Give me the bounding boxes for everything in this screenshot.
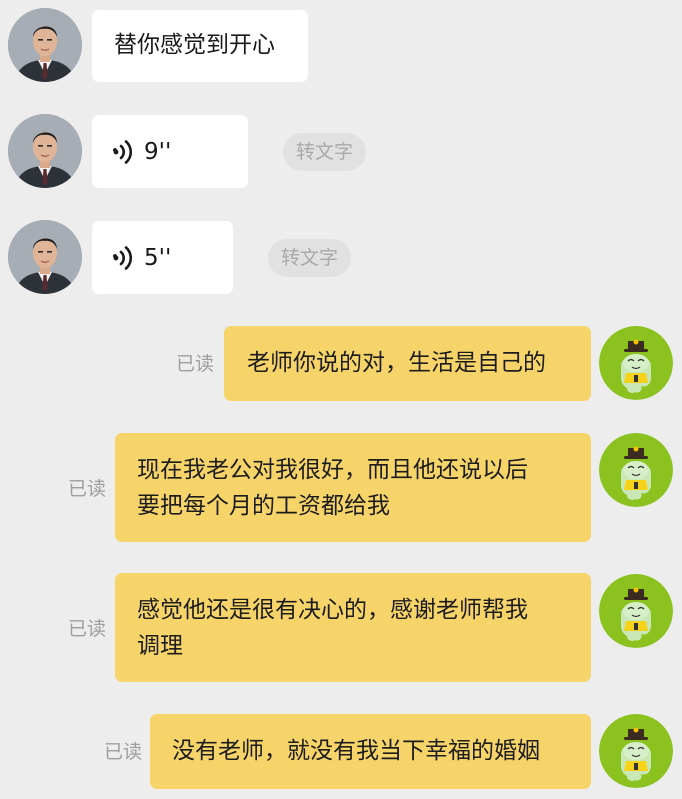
- outgoing-message-bubble[interactable]: 现在我老公对我很好，而且他还说以后 要把每个月的工资都给我: [115, 433, 591, 542]
- message-line: 现在我老公对我很好，而且他还说以后: [137, 457, 528, 483]
- message-line: 调理: [137, 633, 183, 659]
- message-line: 没有老师，就没有我当下幸福的婚姻: [172, 738, 540, 764]
- voice-message-bubble[interactable]: 5'': [92, 221, 233, 294]
- transcribe-button[interactable]: 转文字: [268, 239, 352, 277]
- message-line: 要把每个月的工资都给我: [137, 493, 390, 519]
- voice-duration: 9'': [144, 138, 172, 165]
- message-text: 替你感觉到开心: [114, 32, 275, 58]
- transcribe-button[interactable]: 转文字: [283, 133, 367, 171]
- message-line: 老师你说的对，生活是自己的: [247, 350, 546, 376]
- user-avatar-icon: [599, 574, 673, 648]
- read-status: 已读: [68, 618, 107, 640]
- read-status: 已读: [176, 353, 215, 375]
- read-status: 已读: [104, 741, 143, 763]
- user-avatar-icon: [599, 326, 673, 400]
- outgoing-message-bubble[interactable]: 老师你说的对，生活是自己的: [224, 326, 591, 401]
- voice-wave-icon: [112, 139, 133, 164]
- user-avatar-icon: [599, 714, 673, 788]
- voice-message-bubble[interactable]: 9'': [92, 115, 248, 188]
- outgoing-message-bubble[interactable]: 感觉他还是很有决心的，感谢老师帮我 调理: [115, 573, 591, 682]
- user-avatar[interactable]: [599, 574, 673, 648]
- contact-avatar-icon: [8, 114, 82, 188]
- contact-avatar[interactable]: [8, 114, 82, 188]
- user-avatar-icon: [599, 433, 673, 507]
- contact-avatar[interactable]: [8, 220, 82, 294]
- read-status: 已读: [68, 478, 107, 500]
- contact-avatar[interactable]: [8, 8, 82, 82]
- contact-avatar-icon: [8, 8, 82, 82]
- contact-avatar-icon: [8, 220, 82, 294]
- voice-duration: 5'': [144, 244, 172, 271]
- voice-wave-icon: [112, 245, 133, 270]
- outgoing-message-bubble[interactable]: 没有老师，就没有我当下幸福的婚姻: [150, 714, 591, 789]
- incoming-message-bubble[interactable]: 替你感觉到开心: [92, 10, 308, 82]
- user-avatar[interactable]: [599, 433, 673, 507]
- user-avatar[interactable]: [599, 326, 673, 400]
- message-line: 感觉他还是很有决心的，感谢老师帮我: [137, 597, 528, 623]
- user-avatar[interactable]: [599, 714, 673, 788]
